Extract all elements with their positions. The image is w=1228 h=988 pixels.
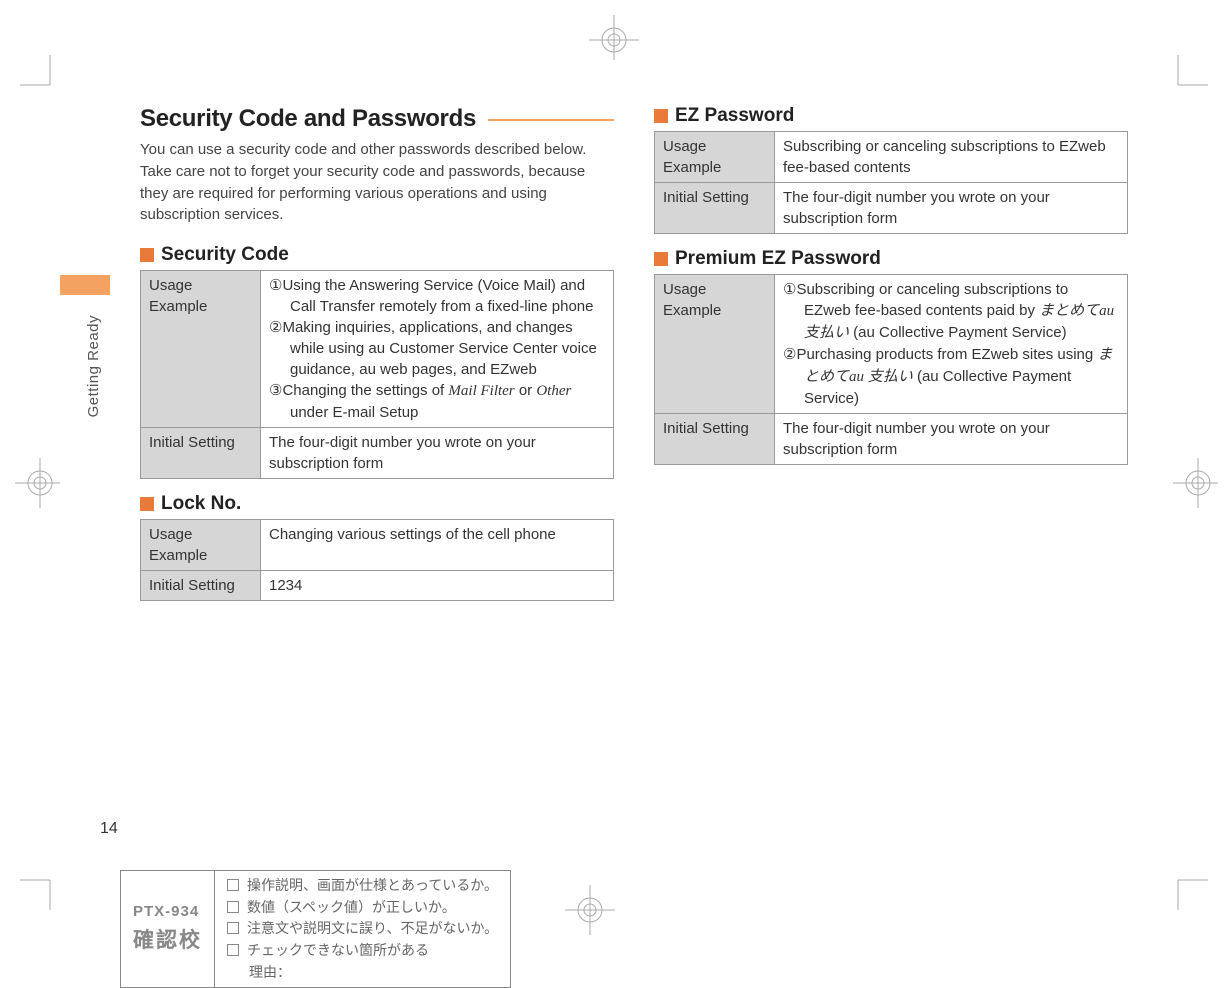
- checkbox-icon: [227, 901, 239, 913]
- square-bullet-icon: [654, 252, 668, 266]
- square-bullet-icon: [654, 109, 668, 123]
- initial-setting-label: Initial Setting: [141, 428, 261, 479]
- square-bullet-icon: [140, 248, 154, 262]
- initial-setting-label: Initial Setting: [655, 414, 775, 465]
- premium-ez-heading: Premium EZ Password: [654, 248, 1128, 270]
- proof-check-item: 操作説明、画面が仕様とあっているか。: [227, 875, 498, 897]
- registration-mark-icon: [584, 10, 644, 60]
- page-number: 14: [100, 820, 118, 838]
- initial-setting-label: Initial Setting: [655, 183, 775, 234]
- proofreading-box: PTX-934 確認校 操作説明、画面が仕様とあっているか。 数値（スペック値）…: [120, 870, 511, 988]
- checkbox-icon: [227, 922, 239, 934]
- model-number: PTX-934: [133, 900, 202, 924]
- usage-example-label: Usage Example: [655, 132, 775, 183]
- registration-mark-icon: [560, 880, 620, 940]
- usage-example-label: Usage Example: [655, 275, 775, 414]
- proof-reason: 理由：: [227, 962, 498, 984]
- registration-mark-icon: [10, 453, 60, 513]
- usage-example-value: Subscribing or canceling subscriptions t…: [775, 132, 1128, 183]
- checkbox-icon: [227, 944, 239, 956]
- initial-setting-label: Initial Setting: [141, 571, 261, 601]
- security-code-heading: Security Code: [140, 244, 614, 266]
- proof-check-item: 数値（スペック値）が正しいか。: [227, 897, 498, 919]
- lock-no-heading: Lock No.: [140, 493, 614, 515]
- usage-example-value: ①Using the Answering Service (Voice Mail…: [261, 271, 614, 428]
- ez-password-table: Usage Example Subscribing or canceling s…: [654, 131, 1128, 234]
- square-bullet-icon: [140, 497, 154, 511]
- page-title: Security Code and Passwords: [140, 105, 614, 133]
- security-code-table: Usage Example ①Using the Answering Servi…: [140, 270, 614, 479]
- checkbox-icon: [227, 879, 239, 891]
- intro-text: You can use a security code and other pa…: [140, 139, 614, 226]
- usage-example-label: Usage Example: [141, 271, 261, 428]
- proof-check-item: チェックできない箇所がある: [227, 940, 498, 962]
- ez-password-heading: EZ Password: [654, 105, 1128, 127]
- proof-check-item: 注意文や説明文に誤り、不足がないか。: [227, 918, 498, 940]
- initial-setting-value: 1234: [261, 571, 614, 601]
- usage-example-value: ①Subscribing or canceling subscriptions …: [775, 275, 1128, 414]
- initial-setting-value: The four-digit number you wrote on your …: [775, 414, 1128, 465]
- registration-mark-icon: [1168, 453, 1218, 513]
- lock-no-table: Usage Example Changing various settings …: [140, 519, 614, 601]
- initial-setting-value: The four-digit number you wrote on your …: [261, 428, 614, 479]
- proof-label: 確認校: [133, 924, 202, 958]
- usage-example-label: Usage Example: [141, 520, 261, 571]
- initial-setting-value: The four-digit number you wrote on your …: [775, 183, 1128, 234]
- premium-ez-table: Usage Example ①Subscribing or canceling …: [654, 274, 1128, 465]
- usage-example-value: Changing various settings of the cell ph…: [261, 520, 614, 571]
